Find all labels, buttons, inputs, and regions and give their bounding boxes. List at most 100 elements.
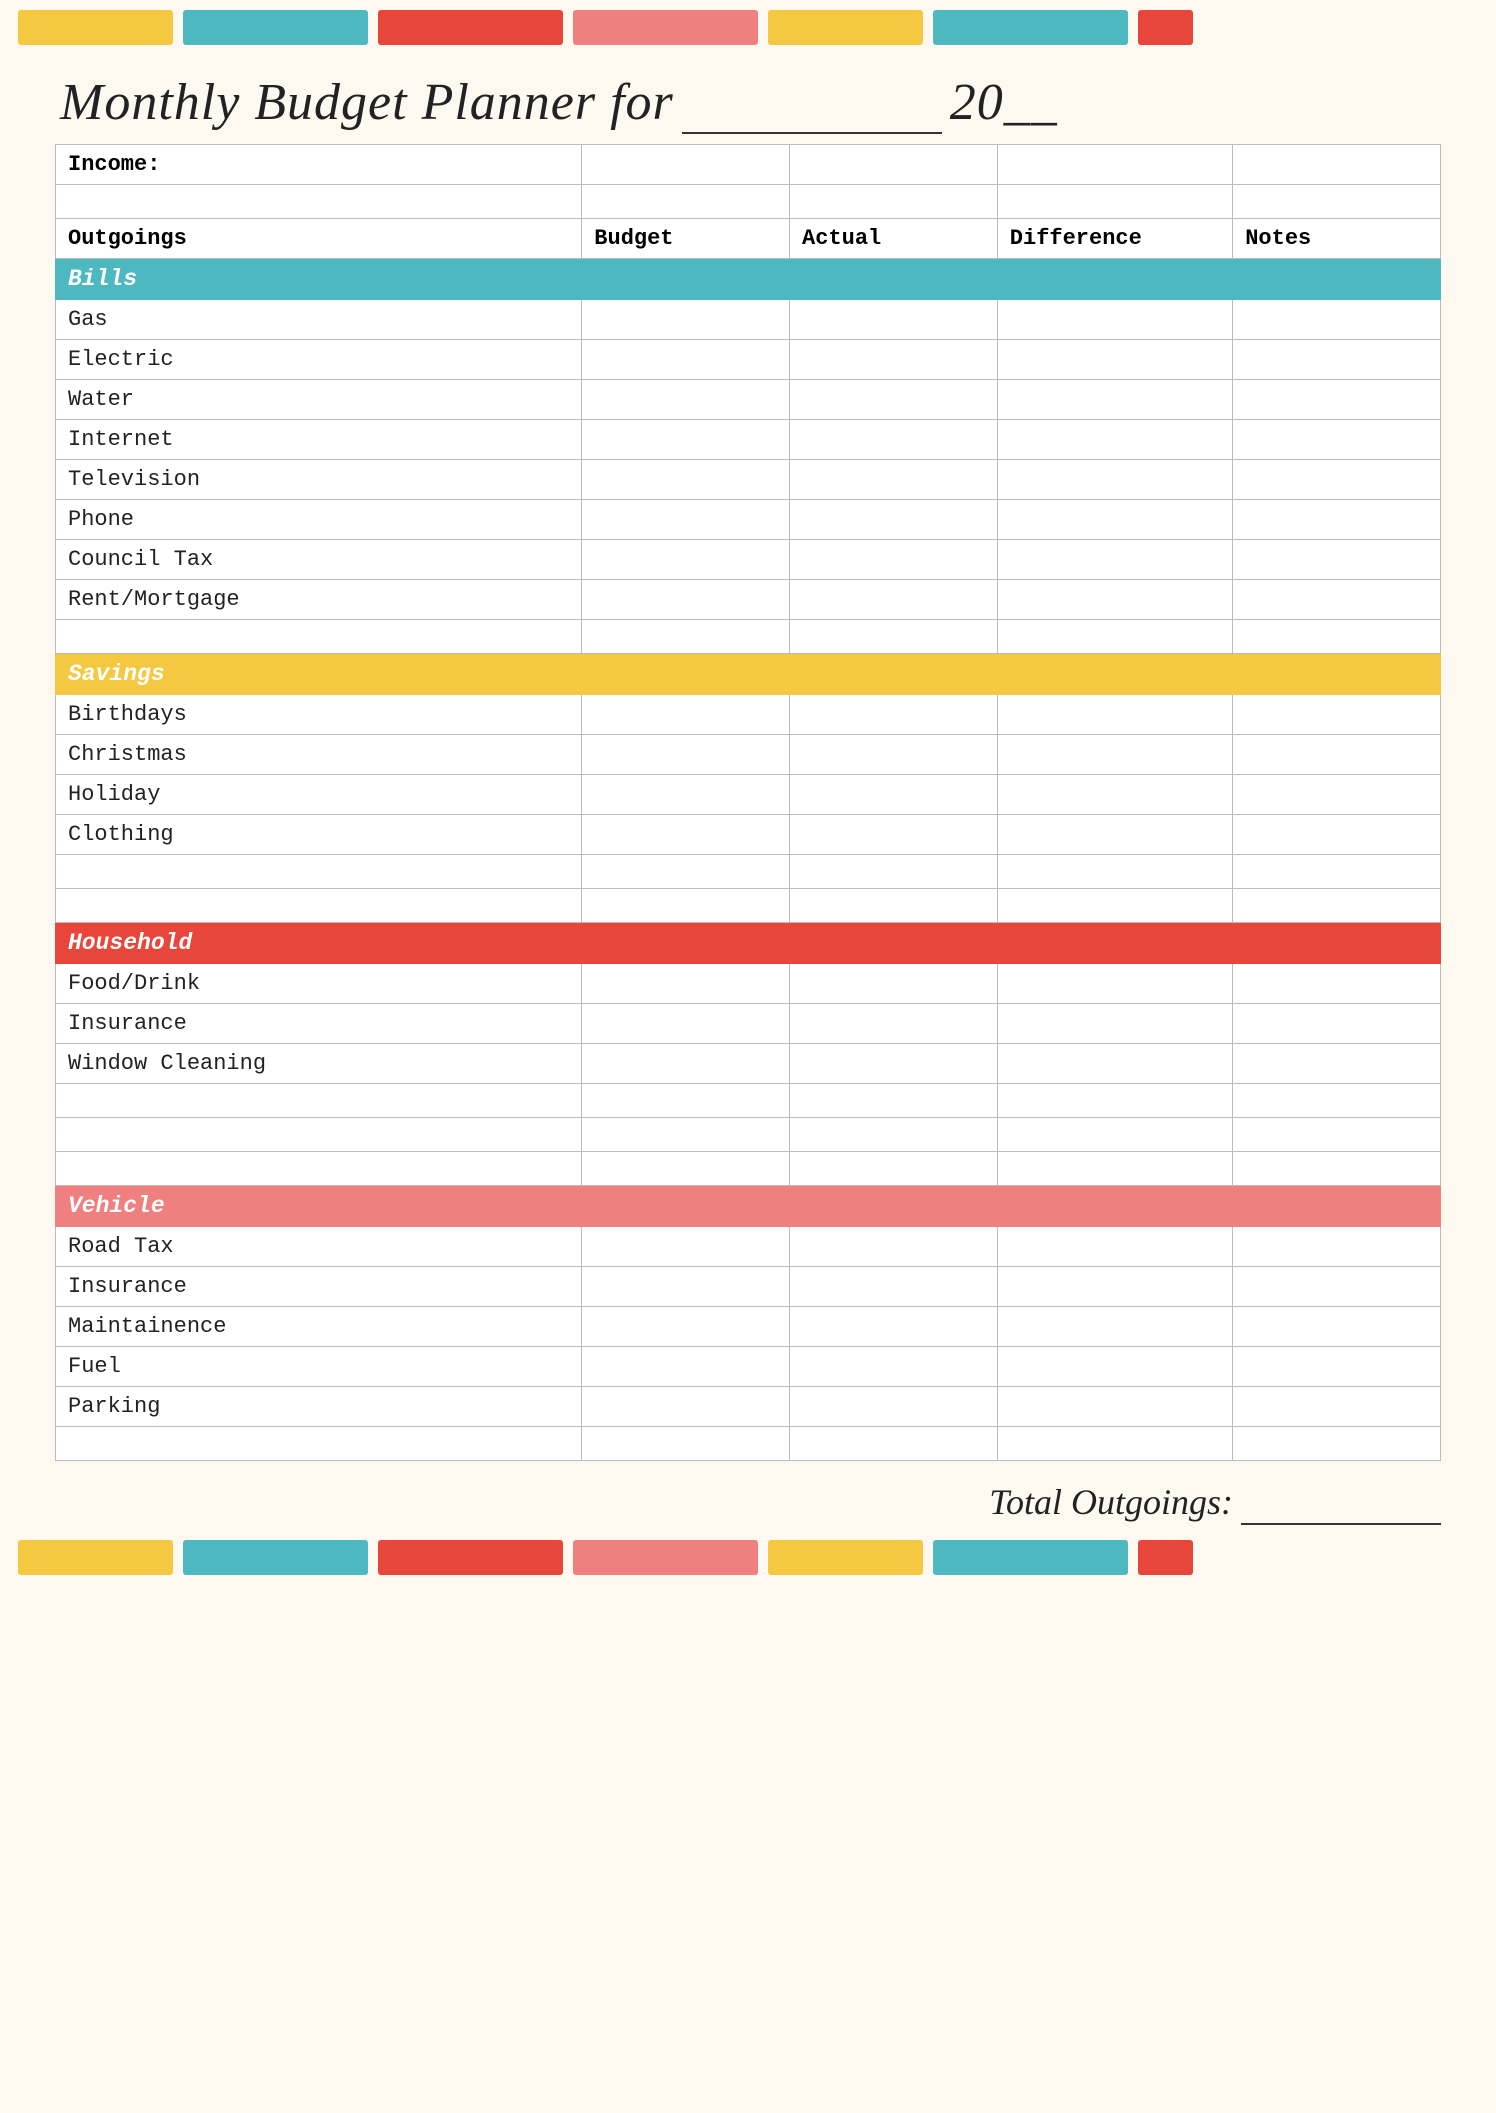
diff-christmas bbox=[997, 735, 1232, 775]
header-outgoings: Outgoings bbox=[56, 219, 582, 259]
diff-maintainence bbox=[997, 1307, 1232, 1347]
actual-television bbox=[790, 460, 998, 500]
title-text: Monthly Budget Planner for bbox=[60, 73, 674, 132]
actual-food-drink bbox=[790, 964, 998, 1004]
notes-television bbox=[1233, 460, 1441, 500]
budget-insurance-household bbox=[582, 1004, 790, 1044]
budget-water bbox=[582, 380, 790, 420]
label-fuel: Fuel bbox=[56, 1347, 582, 1387]
label-electric: Electric bbox=[56, 340, 582, 380]
actual-internet bbox=[790, 420, 998, 460]
budget-food-drink bbox=[582, 964, 790, 1004]
notes-clothing bbox=[1233, 815, 1441, 855]
diff-internet bbox=[997, 420, 1232, 460]
row-rent-mortgage: Rent/Mortgage bbox=[56, 580, 1441, 620]
diff-fuel bbox=[997, 1347, 1232, 1387]
swatch-yellow-1 bbox=[18, 10, 173, 45]
spacer-row-vehicle bbox=[56, 1427, 1441, 1461]
swatch-teal-2 bbox=[933, 10, 1128, 45]
diff-insurance-vehicle bbox=[997, 1267, 1232, 1307]
section-vehicle: Vehicle bbox=[56, 1186, 1441, 1227]
row-television: Television bbox=[56, 460, 1441, 500]
budget-rent-mortgage bbox=[582, 580, 790, 620]
notes-rent-mortgage bbox=[1233, 580, 1441, 620]
label-insurance-vehicle: Insurance bbox=[56, 1267, 582, 1307]
notes-food-drink bbox=[1233, 964, 1441, 1004]
notes-electric bbox=[1233, 340, 1441, 380]
notes-christmas bbox=[1233, 735, 1441, 775]
budget-christmas bbox=[582, 735, 790, 775]
swatch-teal-1 bbox=[183, 10, 368, 45]
budget-insurance-vehicle bbox=[582, 1267, 790, 1307]
spacer-row-household-1 bbox=[56, 1084, 1441, 1118]
row-water: Water bbox=[56, 380, 1441, 420]
income-row: Income: bbox=[56, 145, 1441, 185]
spacer-row-savings-1 bbox=[56, 855, 1441, 889]
budget-parking bbox=[582, 1387, 790, 1427]
actual-maintainence bbox=[790, 1307, 998, 1347]
budget-phone bbox=[582, 500, 790, 540]
budget-birthdays bbox=[582, 695, 790, 735]
row-clothing: Clothing bbox=[56, 815, 1441, 855]
notes-fuel bbox=[1233, 1347, 1441, 1387]
diff-window-cleaning bbox=[997, 1044, 1232, 1084]
budget-electric bbox=[582, 340, 790, 380]
notes-phone bbox=[1233, 500, 1441, 540]
budget-table: Income: Outgoings Budget Actual Differen… bbox=[55, 144, 1441, 1461]
spacer-row-bills bbox=[56, 620, 1441, 654]
total-outgoings-row: Total Outgoings: bbox=[0, 1471, 1496, 1530]
diff-rent-mortgage bbox=[997, 580, 1232, 620]
row-insurance-household: Insurance bbox=[56, 1004, 1441, 1044]
section-bills-label: Bills bbox=[56, 259, 1441, 300]
diff-insurance-household bbox=[997, 1004, 1232, 1044]
total-blank bbox=[1241, 1481, 1441, 1525]
section-vehicle-label: Vehicle bbox=[56, 1186, 1441, 1227]
swatch-bottom-teal-1 bbox=[183, 1540, 368, 1575]
swatch-bottom-pink-1 bbox=[573, 1540, 758, 1575]
actual-parking bbox=[790, 1387, 998, 1427]
label-window-cleaning: Window Cleaning bbox=[56, 1044, 582, 1084]
row-parking: Parking bbox=[56, 1387, 1441, 1427]
budget-clothing bbox=[582, 815, 790, 855]
income-actual bbox=[790, 145, 998, 185]
notes-maintainence bbox=[1233, 1307, 1441, 1347]
actual-phone bbox=[790, 500, 998, 540]
actual-rent-mortgage bbox=[790, 580, 998, 620]
row-window-cleaning: Window Cleaning bbox=[56, 1044, 1441, 1084]
diff-clothing bbox=[997, 815, 1232, 855]
swatch-bottom-red-2 bbox=[1138, 1540, 1193, 1575]
actual-fuel bbox=[790, 1347, 998, 1387]
notes-water bbox=[1233, 380, 1441, 420]
label-internet: Internet bbox=[56, 420, 582, 460]
budget-gas bbox=[582, 300, 790, 340]
budget-holiday bbox=[582, 775, 790, 815]
row-internet: Internet bbox=[56, 420, 1441, 460]
color-bar-bottom bbox=[0, 1530, 1496, 1585]
section-household: Household bbox=[56, 923, 1441, 964]
header-actual: Actual bbox=[790, 219, 998, 259]
total-label: Total Outgoings: bbox=[989, 1482, 1233, 1522]
spacer-row-household-2 bbox=[56, 1118, 1441, 1152]
header-budget: Budget bbox=[582, 219, 790, 259]
swatch-pink-1 bbox=[573, 10, 758, 45]
header-difference: Difference bbox=[997, 219, 1232, 259]
row-food-drink: Food/Drink bbox=[56, 964, 1441, 1004]
row-maintainence: Maintainence bbox=[56, 1307, 1441, 1347]
diff-phone bbox=[997, 500, 1232, 540]
label-holiday: Holiday bbox=[56, 775, 582, 815]
notes-birthdays bbox=[1233, 695, 1441, 735]
budget-television bbox=[582, 460, 790, 500]
diff-road-tax bbox=[997, 1227, 1232, 1267]
row-phone: Phone bbox=[56, 500, 1441, 540]
actual-holiday bbox=[790, 775, 998, 815]
notes-road-tax bbox=[1233, 1227, 1441, 1267]
budget-window-cleaning bbox=[582, 1044, 790, 1084]
column-headers-row: Outgoings Budget Actual Difference Notes bbox=[56, 219, 1441, 259]
row-road-tax: Road Tax bbox=[56, 1227, 1441, 1267]
label-parking: Parking bbox=[56, 1387, 582, 1427]
section-household-label: Household bbox=[56, 923, 1441, 964]
row-council-tax: Council Tax bbox=[56, 540, 1441, 580]
budget-table-wrap: Income: Outgoings Budget Actual Differen… bbox=[0, 144, 1496, 1471]
actual-birthdays bbox=[790, 695, 998, 735]
label-rent-mortgage: Rent/Mortgage bbox=[56, 580, 582, 620]
